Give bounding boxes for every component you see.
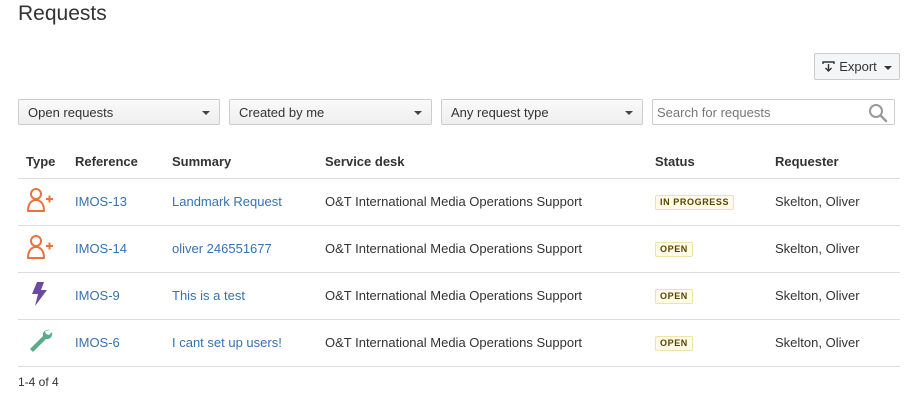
- column-header-status: Status: [655, 154, 695, 170]
- requester-cell: Skelton, Oliver: [775, 224, 900, 272]
- export-label: Export: [839, 59, 877, 74]
- creator-filter-value: Created by me: [239, 104, 325, 120]
- reference-link[interactable]: IMOS-6: [75, 335, 120, 350]
- column-header-service-desk: Service desk: [325, 154, 405, 170]
- status-badge: IN PROGRESS: [655, 195, 735, 210]
- request-type-filter-value: Any request type: [451, 104, 549, 120]
- chevron-down-icon: [202, 111, 210, 115]
- summary-cell: Landmark Request: [172, 177, 325, 225]
- requester-cell: Skelton, Oliver: [775, 271, 900, 319]
- search-icon[interactable]: [868, 103, 888, 126]
- service-desk-cell: O&T International Media Operations Suppo…: [325, 177, 655, 225]
- reference-link[interactable]: IMOS-13: [75, 194, 127, 209]
- reference-cell: IMOS-6: [75, 318, 172, 367]
- column-header-type: Type: [26, 154, 56, 170]
- add-user-icon: [26, 234, 75, 263]
- service-desk-cell: O&T International Media Operations Suppo…: [325, 224, 655, 272]
- chevron-down-icon: [883, 65, 892, 70]
- reference-link[interactable]: IMOS-9: [75, 288, 120, 303]
- status-filter-value: Open requests: [28, 104, 114, 120]
- status-cell: OPEN: [655, 224, 775, 272]
- status-cell: IN PROGRESS: [655, 177, 775, 225]
- requester-cell: Skelton, Oliver: [775, 318, 900, 367]
- summary-link[interactable]: oliver 246551677: [172, 241, 272, 256]
- status-badge: OPEN: [655, 242, 693, 257]
- summary-cell: oliver 246551677: [172, 224, 325, 272]
- table-header-row: Type Reference Summary Service desk Stat…: [18, 146, 900, 178]
- export-icon: [822, 60, 835, 73]
- status-cell: OPEN: [655, 271, 775, 319]
- type-cell: [18, 177, 75, 225]
- reference-cell: IMOS-9: [75, 271, 172, 319]
- service-desk-cell: O&T International Media Operations Suppo…: [325, 271, 655, 319]
- reference-cell: IMOS-14: [75, 224, 172, 272]
- status-filter-dropdown[interactable]: Open requests: [18, 99, 220, 125]
- requests-table: Type Reference Summary Service desk Stat…: [18, 146, 900, 367]
- pagination-count: 1-4 of 4: [18, 375, 59, 389]
- wrench-icon: [26, 327, 75, 358]
- requester-cell: Skelton, Oliver: [775, 177, 900, 225]
- type-cell: [18, 224, 75, 272]
- status-badge: OPEN: [655, 289, 693, 304]
- summary-link[interactable]: I cant set up users!: [172, 335, 282, 350]
- column-header-summary: Summary: [172, 154, 232, 170]
- table-row[interactable]: IMOS-14 oliver 246551677 O&T Internation…: [18, 224, 900, 272]
- lightning-bolt-icon: [26, 280, 75, 311]
- summary-link[interactable]: This is a test: [172, 288, 245, 303]
- reference-cell: IMOS-13: [75, 177, 172, 225]
- summary-cell: This is a test: [172, 271, 325, 319]
- status-badge: OPEN: [655, 336, 693, 351]
- table-row[interactable]: IMOS-9 This is a test O&T International …: [18, 271, 900, 319]
- table-row[interactable]: IMOS-6 I cant set up users! O&T Internat…: [18, 318, 900, 367]
- column-header-reference: Reference: [75, 154, 138, 170]
- request-type-filter-dropdown[interactable]: Any request type: [441, 99, 643, 125]
- chevron-down-icon: [625, 111, 633, 115]
- table-row[interactable]: IMOS-13 Landmark Request O&T Internation…: [18, 177, 900, 225]
- type-cell: [18, 271, 75, 319]
- service-desk-cell: O&T International Media Operations Suppo…: [325, 318, 655, 367]
- summary-link[interactable]: Landmark Request: [172, 194, 282, 209]
- type-cell: [18, 318, 75, 367]
- summary-cell: I cant set up users!: [172, 318, 325, 367]
- status-cell: OPEN: [655, 318, 775, 367]
- chevron-down-icon: [414, 111, 422, 115]
- search-box: [652, 99, 895, 125]
- reference-link[interactable]: IMOS-14: [75, 241, 127, 256]
- creator-filter-dropdown[interactable]: Created by me: [229, 99, 432, 125]
- search-input[interactable]: [657, 100, 862, 124]
- page-title: Requests: [18, 2, 107, 25]
- add-user-icon: [26, 187, 75, 216]
- column-header-requester: Requester: [775, 154, 839, 170]
- export-button[interactable]: Export: [814, 53, 900, 80]
